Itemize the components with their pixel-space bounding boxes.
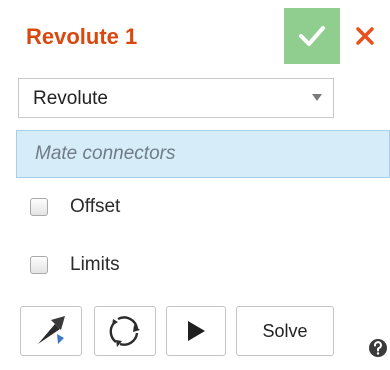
- accept-button[interactable]: [284, 8, 340, 64]
- flip-primary-axis-icon: [38, 316, 65, 344]
- mate-dialog: Revolute 1 Revolute Mate connectors Offs…: [0, 0, 390, 370]
- cancel-button[interactable]: [340, 8, 390, 64]
- mate-type-dropdown[interactable]: Revolute: [18, 78, 334, 118]
- limits-checkbox[interactable]: [30, 256, 48, 274]
- dialog-title: Revolute 1: [26, 24, 138, 49]
- flip-primary-axis-button[interactable]: [20, 306, 82, 356]
- mate-connectors-placeholder: Mate connectors: [35, 143, 176, 164]
- mate-connectors-field[interactable]: Mate connectors: [16, 130, 390, 178]
- reorient-secondary-axis-button[interactable]: [94, 306, 156, 356]
- close-x-icon: [356, 27, 374, 45]
- offset-label: Offset: [70, 196, 121, 217]
- offset-option[interactable]: Offset: [30, 192, 120, 222]
- dialog-toolbar: Solve: [0, 306, 390, 370]
- help-icon[interactable]: [368, 338, 388, 358]
- mate-type-value: Revolute: [33, 88, 108, 109]
- limits-option[interactable]: Limits: [30, 250, 120, 280]
- limits-label: Limits: [70, 254, 120, 275]
- animate-button[interactable]: [166, 306, 226, 356]
- dialog-header: Revolute 1: [0, 0, 390, 78]
- solve-button[interactable]: Solve: [236, 306, 334, 356]
- play-icon: [188, 321, 205, 341]
- reorient-secondary-axis-icon: [109, 316, 140, 347]
- dropdown-arrow-icon: [312, 94, 322, 101]
- solve-button-label: Solve: [262, 320, 308, 341]
- checkmark-icon: [299, 26, 325, 46]
- offset-checkbox[interactable]: [30, 198, 48, 216]
